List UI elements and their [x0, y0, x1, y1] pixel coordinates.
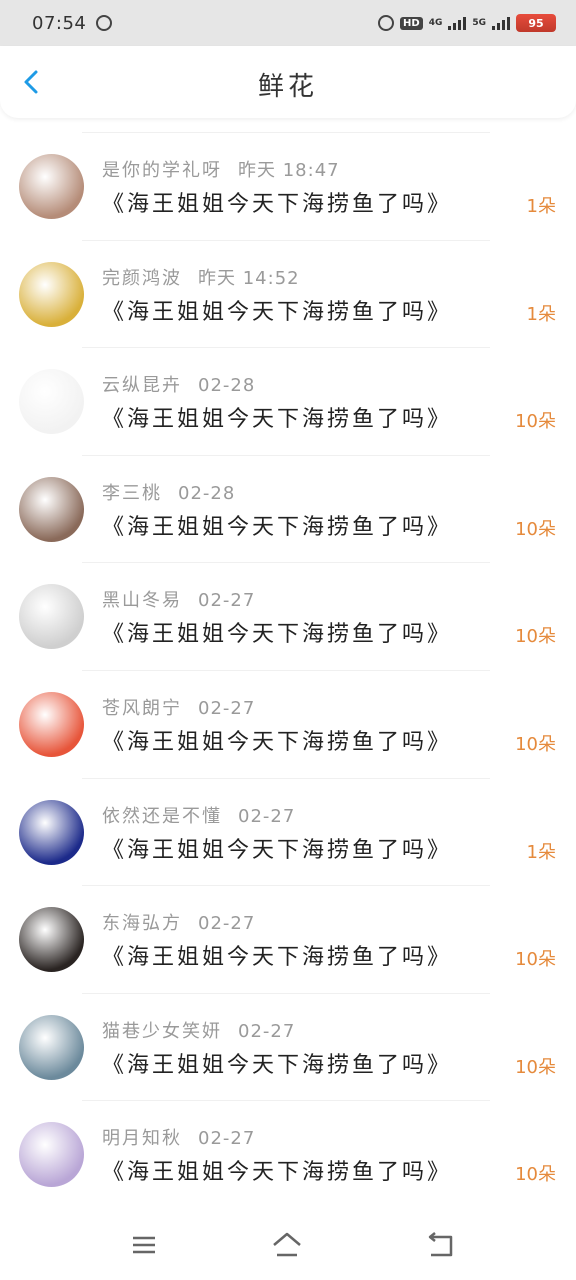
list-item[interactable]: 完颜鸿波 昨天 14:52 《海王姐姐今天下海捞鱼了吗》 1朵 [0, 239, 576, 348]
sent-date: 昨天 14:52 [198, 267, 300, 289]
sender-meta: 东海弘方 02-27 [102, 909, 255, 935]
avatar[interactable] [19, 691, 84, 757]
sender-name: 云纵昆卉 [102, 375, 182, 397]
sender-name: 明月知秋 [102, 1128, 182, 1150]
sender-name: 东海弘方 [102, 913, 182, 935]
sent-date: 02-27 [238, 805, 296, 827]
sender-meta: 黑山冬易 02-27 [102, 586, 255, 612]
page-title: 鲜花 [257, 72, 318, 102]
list-item[interactable]: 依然还是不懂 02-27 《海王姐姐今天下海捞鱼了吗》 1朵 [0, 777, 576, 886]
return-icon[interactable] [423, 1228, 457, 1262]
sent-date: 02-27 [198, 1128, 256, 1150]
flower-count: 1朵 [526, 841, 556, 863]
flower-count: 10朵 [515, 518, 556, 540]
status-time: 07:54 [32, 12, 87, 34]
row-divider [82, 239, 490, 241]
avatar[interactable] [19, 476, 84, 542]
sender-name: 黑山冬易 [102, 590, 182, 612]
row-divider [82, 562, 490, 564]
row-divider [82, 1100, 490, 1102]
avatar[interactable] [19, 799, 84, 865]
flower-count: 10朵 [515, 1164, 556, 1186]
work-title: 《海王姐姐今天下海捞鱼了吗》 [102, 945, 453, 971]
sender-meta: 李三桃 02-28 [102, 479, 235, 505]
sent-date: 02-28 [198, 375, 256, 397]
sender-meta: 苍风朗宁 02-27 [102, 694, 255, 720]
avatar[interactable] [19, 261, 84, 327]
sender-meta: 云纵昆卉 02-28 [102, 371, 255, 397]
sender-name: 依然还是不懂 [102, 805, 222, 827]
home-icon[interactable] [270, 1228, 304, 1262]
sender-name: 苍风朗宁 [102, 697, 182, 719]
flower-count: 1朵 [526, 303, 556, 325]
work-title: 《海王姐姐今天下海捞鱼了吗》 [102, 407, 453, 433]
sent-date: 02-27 [198, 697, 256, 719]
avatar[interactable] [19, 154, 84, 219]
flower-count: 10朵 [515, 733, 556, 755]
flower-list: 是你的学礼呀 昨天 18:47 《海王姐姐今天下海捞鱼了吗》 1朵 完颜鸿波 昨天 14:… [0, 132, 576, 1208]
hd-icon: HD [400, 16, 423, 30]
flower-count: 1朵 [526, 196, 556, 217]
sender-meta: 猫巷少女笑妍 02-27 [102, 1017, 295, 1043]
flower-count: 10朵 [515, 411, 556, 433]
menu-icon[interactable] [127, 1228, 161, 1262]
row-divider [82, 885, 490, 887]
sent-date: 昨天 18:47 [238, 160, 340, 181]
work-title: 《海王姐姐今天下海捞鱼了吗》 [102, 514, 453, 540]
sender-name: 李三桃 [102, 482, 162, 504]
flower-count: 10朵 [515, 949, 556, 971]
sent-date: 02-27 [198, 913, 256, 935]
avatar[interactable] [19, 584, 84, 650]
work-title: 《海王姐姐今天下海捞鱼了吗》 [102, 1160, 453, 1186]
system-nav-bar [0, 1210, 576, 1280]
row-divider [82, 347, 490, 349]
sender-meta: 明月知秋 02-27 [102, 1124, 255, 1150]
sent-date: 02-27 [198, 590, 256, 612]
avatar[interactable] [19, 1122, 84, 1188]
battery-icon: 95 [516, 14, 556, 32]
network-4g-label: 4G [428, 17, 443, 28]
sent-date: 02-27 [238, 1020, 296, 1042]
sender-meta: 依然还是不懂 02-27 [102, 802, 295, 828]
sender-meta: 完颜鸿波 昨天 14:52 [102, 264, 300, 290]
alarm-icon [378, 15, 395, 31]
status-bar: 07:54 HD 4G 5G 95 [0, 0, 576, 46]
work-title: 《海王姐姐今天下海捞鱼了吗》 [102, 729, 453, 755]
signal-4g-icon [448, 16, 467, 30]
avatar[interactable] [19, 1014, 84, 1080]
list-item[interactable]: 云纵昆卉 02-28 《海王姐姐今天下海捞鱼了吗》 10朵 [0, 347, 576, 455]
sent-date: 02-28 [178, 482, 236, 504]
row-divider [82, 132, 490, 133]
row-divider [82, 454, 490, 456]
list-item[interactable]: 猫巷少女笑妍 02-27 《海王姐姐今天下海捞鱼了吗》 10朵 [0, 992, 576, 1101]
work-title: 《海王姐姐今天下海捞鱼了吗》 [102, 837, 453, 863]
avatar[interactable] [19, 907, 84, 973]
list-item[interactable]: 黑山冬易 02-27 《海王姐姐今天下海捞鱼了吗》 10朵 [0, 562, 576, 670]
signal-5g-icon [492, 16, 510, 30]
work-title: 《海王姐姐今天下海捞鱼了吗》 [102, 1052, 453, 1078]
sender-meta: 是你的学礼呀 昨天 18:47 [102, 156, 340, 182]
work-title: 《海王姐姐今天下海捞鱼了吗》 [102, 192, 453, 217]
list-item[interactable]: 是你的学礼呀 昨天 18:47 《海王姐姐今天下海捞鱼了吗》 1朵 [0, 132, 576, 240]
network-5g-label: 5G [472, 17, 486, 28]
avatar[interactable] [19, 369, 84, 435]
notification-icon [96, 15, 113, 31]
flower-count: 10朵 [515, 626, 556, 648]
list-item[interactable]: 李三桃 02-28 《海王姐姐今天下海捞鱼了吗》 10朵 [0, 454, 576, 563]
work-title: 《海王姐姐今天下海捞鱼了吗》 [102, 622, 453, 648]
sender-name: 完颜鸿波 [102, 267, 182, 289]
list-item[interactable]: 苍风朗宁 02-27 《海王姐姐今天下海捞鱼了吗》 10朵 [0, 669, 576, 778]
row-divider [82, 669, 490, 671]
list-item[interactable]: 东海弘方 02-27 《海王姐姐今天下海捞鱼了吗》 10朵 [0, 885, 576, 993]
row-divider [82, 777, 490, 779]
row-divider [82, 992, 490, 994]
sender-name: 是你的学礼呀 [102, 160, 222, 181]
list-item[interactable]: 明月知秋 02-27 《海王姐姐今天下海捞鱼了吗》 10朵 [0, 1100, 576, 1208]
work-title: 《海王姐姐今天下海捞鱼了吗》 [102, 299, 453, 325]
app-header: 鲜花 [0, 46, 576, 118]
flower-count: 10朵 [515, 1056, 556, 1078]
sender-name: 猫巷少女笑妍 [102, 1020, 222, 1042]
